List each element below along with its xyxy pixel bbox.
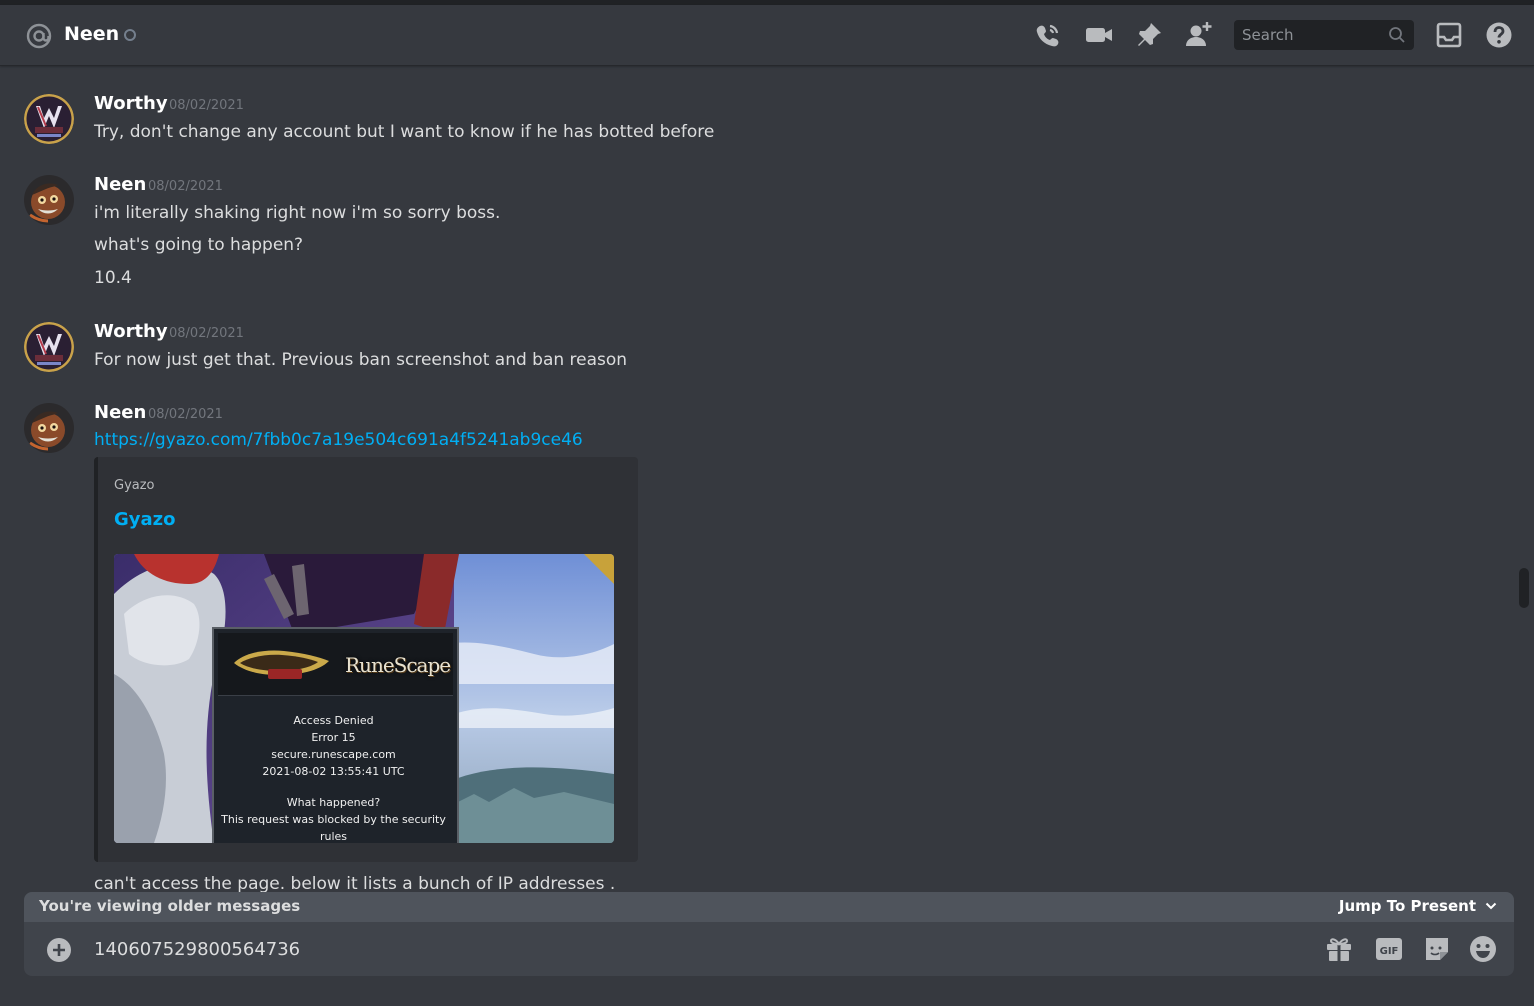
avatar-neen[interactable]	[24, 175, 74, 225]
gyazo-link[interactable]: https://gyazo.com/7fbb0c7a19e504c691a4f5…	[94, 430, 583, 450]
channel-header: Neen	[0, 5, 1534, 66]
old-school-logo-icon	[234, 650, 329, 679]
message-author[interactable]: Neen	[94, 401, 146, 425]
dialog-line: What happened?	[286, 796, 381, 809]
search-bar[interactable]	[1234, 20, 1414, 50]
message-text: For now just get that. Previous ban scre…	[94, 350, 628, 370]
gif-icon[interactable]: GIF	[1374, 934, 1404, 964]
avatar-worthy[interactable]	[24, 322, 74, 372]
link-embed: Gyazo Gyazo RuneScape Access Denied Erro…	[94, 457, 638, 862]
embed-provider[interactable]: Gyazo	[114, 478, 155, 493]
message-timestamp: 08/02/2021	[169, 326, 244, 341]
dialog-line: rules	[319, 830, 348, 843]
message-scrollbar-track[interactable]	[1518, 66, 1530, 892]
dialog-line: Error 15	[311, 731, 356, 744]
jump-to-present-label: Jump To Present	[1338, 897, 1476, 915]
dialog-line: This request was blocked by the security	[221, 813, 446, 826]
pin-icon[interactable]	[1134, 20, 1164, 50]
runescape-logo-text: RuneScape	[345, 653, 451, 677]
emoji-icon[interactable]	[1468, 934, 1498, 964]
message-timestamp: 08/02/2021	[169, 98, 244, 113]
message-list: Worthy 08/02/2021 Try, don't change any …	[0, 66, 1516, 892]
message-scrollbar-thumb[interactable]	[1519, 568, 1529, 608]
embed-title[interactable]: Gyazo	[114, 509, 176, 530]
inbox-icon[interactable]	[1434, 20, 1464, 50]
avatar-worthy[interactable]	[24, 94, 74, 144]
add-member-icon[interactable]	[1184, 20, 1214, 50]
dialog-line: Access Denied	[293, 714, 374, 727]
dialog-line: 2021-08-02 13:55:41 UTC	[262, 765, 405, 778]
jump-to-present-button[interactable]: Jump To Present	[1339, 897, 1498, 915]
search-icon	[1389, 27, 1405, 43]
message-text: 10.4	[94, 268, 132, 288]
runescape-logo-banner: RuneScape	[218, 633, 453, 696]
avatar-neen[interactable]	[24, 403, 74, 453]
embed-image[interactable]: RuneScape Access Denied Error 15 secure.…	[114, 554, 614, 843]
message-composer: GIF	[24, 922, 1514, 976]
gift-icon[interactable]	[1324, 934, 1354, 964]
at-sign-icon	[26, 23, 52, 49]
video-call-icon[interactable]	[1084, 20, 1114, 50]
sticker-icon[interactable]	[1422, 934, 1452, 964]
neen-avatar-icon	[24, 175, 74, 225]
chevron-down-icon	[1485, 902, 1497, 910]
message-author[interactable]: Worthy	[94, 92, 168, 116]
voice-call-icon[interactable]	[1033, 20, 1063, 50]
older-messages-bar: You're viewing older messages Jump To Pr…	[24, 892, 1514, 922]
search-input[interactable]	[1242, 26, 1382, 44]
help-icon[interactable]	[1484, 20, 1514, 50]
message-author[interactable]: Neen	[94, 173, 146, 197]
access-denied-dialog: RuneScape Access Denied Error 15 secure.…	[212, 627, 459, 843]
worthy-logo-icon	[24, 94, 74, 144]
channel-title: Neen	[64, 23, 120, 45]
message-text: can't access the page. below it lists a …	[94, 874, 616, 892]
message-author[interactable]: Worthy	[94, 320, 168, 344]
message-item: Neen 08/02/2021 https://gyazo.com/7fbb0c…	[0, 401, 1500, 892]
worthy-logo-icon	[24, 322, 74, 372]
upload-plus-icon[interactable]	[46, 937, 72, 963]
older-messages-text: You're viewing older messages	[39, 897, 301, 915]
message-link-line: https://gyazo.com/7fbb0c7a19e504c691a4f5…	[94, 428, 583, 452]
message-input[interactable]	[94, 937, 1294, 961]
svg-text:GIF: GIF	[1380, 946, 1399, 957]
offline-status-icon	[124, 29, 136, 41]
message-timestamp: 08/02/2021	[148, 179, 223, 194]
neen-avatar-icon	[24, 403, 74, 453]
message-text: Try, don't change any account but I want…	[94, 122, 715, 142]
message-text: i'm literally shaking right now i'm so s…	[94, 203, 501, 223]
message-text: what's going to happen?	[94, 235, 304, 255]
message-timestamp: 08/02/2021	[148, 407, 223, 422]
dialog-line: secure.runescape.com	[271, 748, 396, 761]
